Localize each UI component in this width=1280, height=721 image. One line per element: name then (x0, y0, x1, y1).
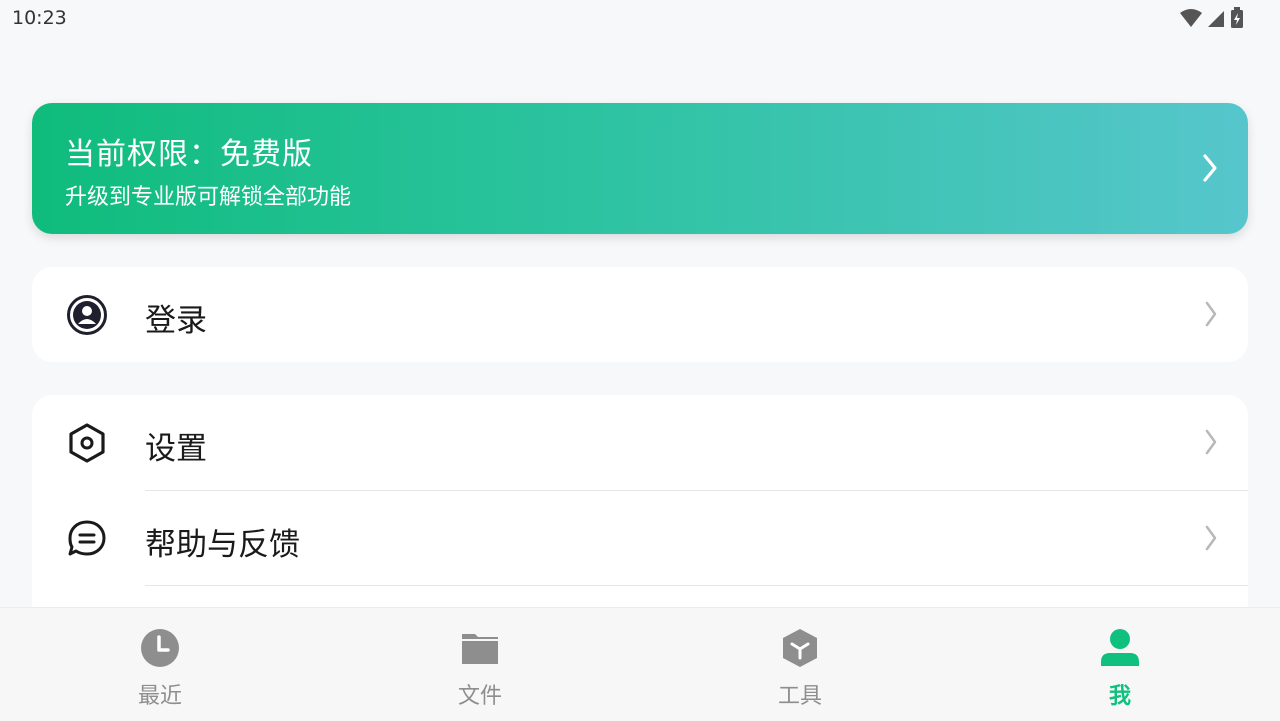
divider (145, 585, 1248, 586)
chevron-right-icon (1203, 154, 1217, 182)
login-card: 登录 (32, 267, 1248, 362)
cube-icon (783, 629, 817, 667)
status-bar: 10:23 (0, 0, 1280, 38)
chat-bubble-icon (68, 520, 106, 556)
menu-card: 设置 帮助与反馈 (32, 395, 1248, 635)
login-label: 登录 (145, 303, 207, 339)
status-icons (1180, 7, 1244, 29)
hexagon-settings-icon (69, 423, 105, 463)
upgrade-banner[interactable]: 当前权限：免费版 升级到专业版可解锁全部功能 (32, 103, 1248, 234)
tab-tools[interactable]: 工具 (640, 608, 960, 721)
signal-icon (1208, 11, 1224, 27)
settings-row[interactable]: 设置 (32, 395, 1248, 490)
user-circle-icon (67, 295, 107, 335)
chevron-right-icon (1205, 301, 1217, 327)
wifi-icon (1180, 9, 1202, 27)
status-time: 10:23 (12, 7, 67, 29)
login-row[interactable]: 登录 (32, 267, 1248, 362)
help-feedback-label: 帮助与反馈 (145, 527, 300, 563)
bottom-tab-bar: 最近 文件 工具 我 (0, 607, 1280, 721)
clock-icon (141, 629, 179, 667)
battery-icon (1231, 7, 1243, 28)
person-icon (1101, 629, 1139, 666)
tab-label: 工具 (777, 684, 822, 709)
tab-label: 文件 (457, 684, 502, 709)
help-feedback-row[interactable]: 帮助与反馈 (32, 491, 1248, 586)
upgrade-subtitle: 升级到专业版可解锁全部功能 (65, 185, 352, 210)
tab-recent[interactable]: 最近 (0, 608, 320, 721)
folder-icon (462, 634, 498, 664)
tab-label: 最近 (137, 684, 182, 709)
permission-title: 当前权限：免费版 (65, 137, 313, 172)
tab-label: 我 (1108, 684, 1131, 709)
tab-files[interactable]: 文件 (320, 608, 640, 721)
settings-label: 设置 (145, 431, 207, 467)
tab-me[interactable]: 我 (960, 608, 1280, 721)
chevron-right-icon (1205, 525, 1217, 551)
chevron-right-icon (1205, 429, 1217, 455)
